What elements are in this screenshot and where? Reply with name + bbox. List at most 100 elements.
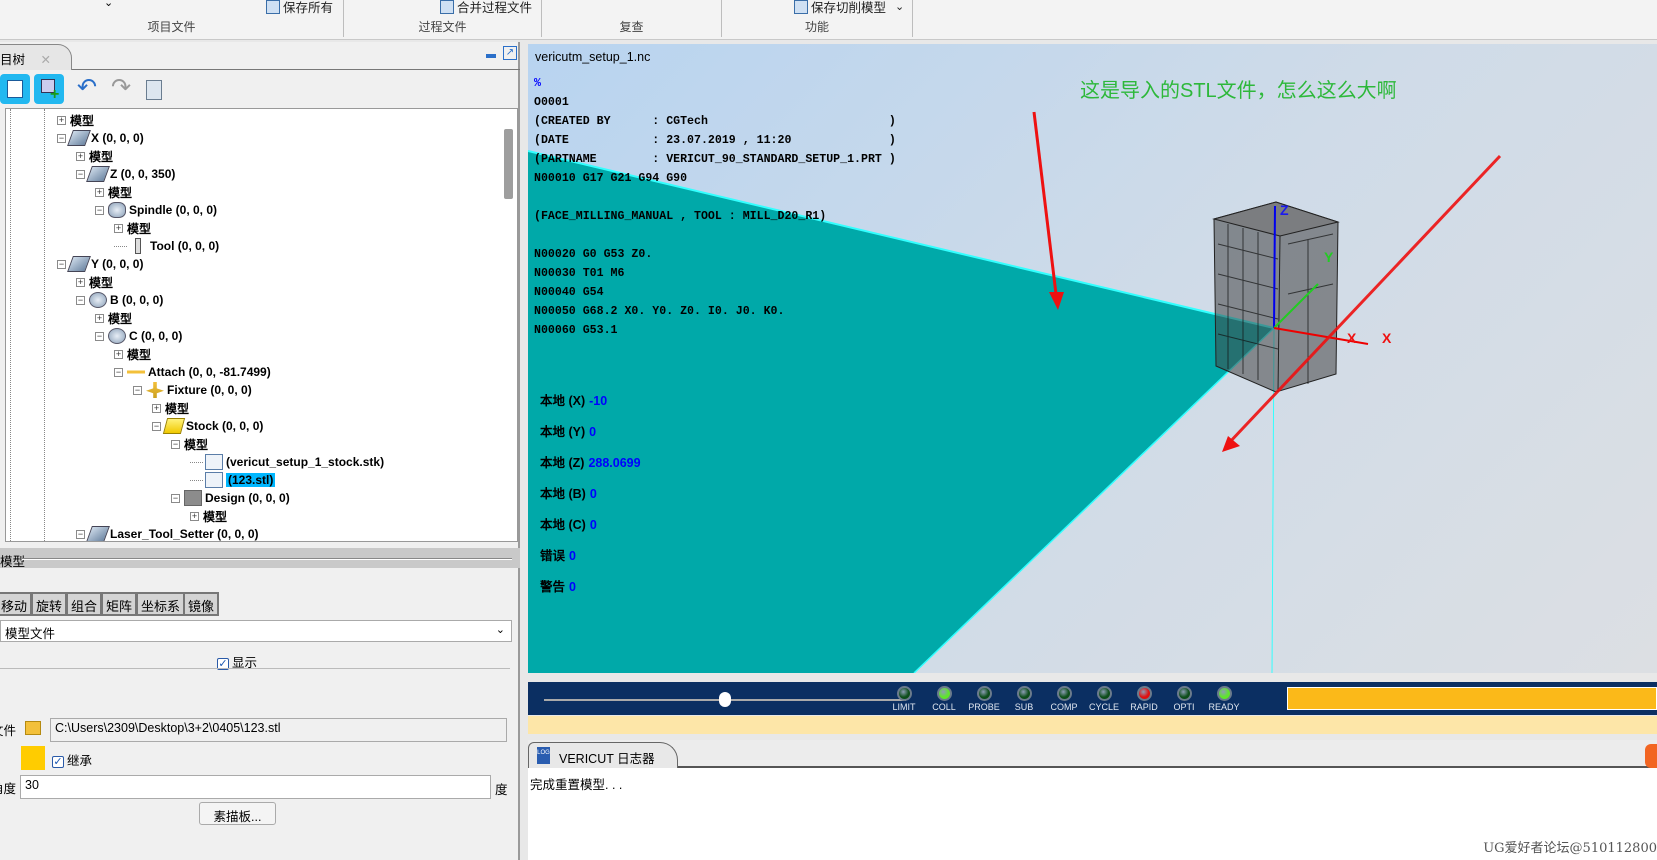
expand-icon[interactable]: +	[190, 511, 199, 521]
collapse-icon[interactable]: −	[95, 331, 104, 341]
tree-node[interactable]: + 模型	[152, 399, 189, 417]
readout-label: 本地 (B)	[540, 487, 586, 501]
model-tab[interactable]: 组合	[66, 592, 103, 616]
tree-node[interactable]: − Z (0, 0, 350)	[76, 165, 175, 183]
attach-icon	[127, 364, 145, 380]
file-path-field[interactable]: C:\Users\2309\Desktop\3+2\0405\123.stl	[50, 718, 507, 742]
float-icon[interactable]: ↗	[503, 46, 517, 60]
ribbon-group-process: 合并过程文件 过程文件	[344, 0, 542, 37]
indicator-lamp-icon	[976, 686, 992, 701]
expand-icon[interactable]: +	[57, 115, 66, 125]
project-tree-panel: 目树 ✕ ↗ + ↶ ↷ + 模型 − X (0, 0, 0) + 模型 − Z (0, 0,…	[0, 42, 520, 860]
add-component-icon[interactable]: +	[34, 74, 64, 104]
file-icon	[205, 454, 223, 470]
position-readout: 本地 (C) 0	[540, 514, 597, 533]
sketch-board-button[interactable]: 素描板...	[199, 802, 276, 825]
angle-input[interactable]: 30	[20, 775, 491, 799]
tree-node[interactable]: + 模型	[95, 183, 132, 201]
tree-toolbar: + ↶ ↷	[0, 72, 520, 106]
tree-node[interactable]: − Y (0, 0, 0)	[57, 255, 143, 273]
tree-node[interactable]: − Fixture (0, 0, 0)	[133, 381, 252, 399]
tree-node[interactable]: − Stock (0, 0, 0)	[152, 417, 263, 435]
tree-scrollbar[interactable]	[504, 129, 513, 199]
tree-node[interactable]: + 模型	[95, 309, 132, 327]
collapse-icon[interactable]: −	[57, 133, 66, 143]
model-type-select[interactable]: 模型文件 ⌄	[0, 620, 512, 642]
indicator-lamp-icon	[1016, 686, 1032, 701]
collapse-icon[interactable]: −	[76, 295, 85, 305]
expand-icon[interactable]: +	[152, 403, 161, 413]
speed-slider-handle[interactable]	[719, 692, 731, 707]
redo-icon[interactable]: ↷	[106, 74, 136, 104]
tree-node[interactable]: − Spindle (0, 0, 0)	[95, 201, 217, 219]
tab-vericut-logger[interactable]: LOG VERICUT 日志器	[528, 742, 678, 768]
log-output: 完成重置模型. . . UG爱好者论坛@510112800	[528, 768, 1657, 860]
project-tree: + 模型 − X (0, 0, 0) + 模型 − Z (0, 0, 350) + 模型 − Spin…	[5, 108, 518, 542]
merge-process-button[interactable]: 合并过程文件	[440, 0, 532, 16]
tree-node[interactable]: + 模型	[190, 507, 227, 525]
panel-tab-header: 目树 ✕ ↗	[0, 44, 520, 70]
linear-axis-icon	[67, 130, 91, 146]
position-readout: 本地 (Y) 0	[540, 421, 596, 440]
collapse-icon[interactable]: −	[76, 169, 85, 179]
tree-node[interactable]: (vericut_setup_1_stock.stk)	[190, 453, 384, 471]
tree-node[interactable]: − 模型	[171, 435, 208, 453]
tree-node[interactable]: − C (0, 0, 0)	[95, 327, 182, 345]
graphics-viewport[interactable]: Z Y X X vericutm_setup_1.nc % O0001 (CREAT…	[528, 44, 1657, 673]
close-icon[interactable]: ✕	[41, 53, 51, 67]
collapse-icon[interactable]: −	[76, 529, 85, 539]
tree-node[interactable]: − Laser_Tool_Setter (0, 0, 0)	[76, 525, 259, 541]
model-tab[interactable]: 镜像	[183, 592, 220, 616]
properties-icon[interactable]	[0, 74, 30, 104]
tree-node[interactable]: − Design (0, 0, 0)	[171, 489, 290, 507]
save-all-button[interactable]: 保存所有	[266, 0, 333, 16]
expand-icon[interactable]: +	[114, 349, 123, 359]
nc-line: N00040 G54	[534, 286, 604, 299]
expand-icon[interactable]: +	[76, 277, 85, 287]
readout-value: 0	[569, 549, 576, 563]
collapse-icon[interactable]: −	[171, 439, 180, 449]
model-color-swatch[interactable]	[21, 746, 45, 770]
tree-node-label: B (0, 0, 0)	[110, 293, 164, 307]
expand-icon[interactable]: +	[76, 151, 85, 161]
collapse-icon[interactable]: −	[133, 385, 142, 395]
open-folder-icon[interactable]	[25, 721, 41, 735]
collapse-icon[interactable]: −	[171, 493, 180, 503]
collapse-icon[interactable]: −	[95, 205, 104, 215]
minimize-icon[interactable]	[486, 54, 496, 58]
ribbon-group-project: ⌄ 保存所有 项目文件	[0, 0, 344, 37]
chevron-down-icon[interactable]: ⌄	[895, 0, 904, 13]
inherit-checkbox[interactable]: ✓ 继承	[52, 750, 92, 769]
expand-icon[interactable]: +	[95, 313, 104, 323]
model-tab[interactable]: 移动	[0, 592, 33, 616]
arrowhead	[1222, 436, 1240, 452]
tree-node[interactable]: + 模型	[76, 273, 113, 291]
readout-label: 警告	[540, 580, 566, 594]
undo-icon[interactable]: ↶	[72, 74, 102, 104]
tree-node[interactable]: + 模型	[114, 219, 151, 237]
tree-node[interactable]: − Attach (0, 0, -81.7499)	[114, 363, 271, 381]
copy-model-icon[interactable]	[140, 74, 170, 104]
model-tab[interactable]: 矩阵	[101, 592, 138, 616]
save-cut-model-button[interactable]: 保存切削模型 ⌄	[794, 0, 904, 16]
model-tab[interactable]: 旋转	[31, 592, 68, 616]
nc-line: N00060 G53.1	[534, 324, 618, 337]
rotary-axis-icon	[89, 292, 107, 308]
tree-node[interactable]: − X (0, 0, 0)	[57, 129, 144, 147]
chevron-down-icon[interactable]: ⌄	[104, 0, 113, 9]
tree-node[interactable]: + 模型	[57, 111, 94, 129]
collapse-icon[interactable]: −	[152, 421, 161, 431]
x-axis-label: X	[1382, 330, 1392, 346]
tree-node[interactable]: Tool (0, 0, 0)	[114, 237, 219, 255]
tree-node[interactable]: − B (0, 0, 0)	[76, 291, 163, 309]
expand-icon[interactable]: +	[114, 223, 123, 233]
collapse-icon[interactable]: −	[57, 259, 66, 269]
tab-project-tree[interactable]: 目树 ✕	[0, 44, 72, 70]
tree-node[interactable]: (123.stl)	[190, 471, 276, 489]
model-tab[interactable]: 坐标系	[136, 592, 186, 616]
tree-node[interactable]: + 模型	[114, 345, 151, 363]
expand-icon[interactable]: +	[95, 187, 104, 197]
watermark: UG爱好者论坛@510112800	[1483, 841, 1657, 856]
collapse-icon[interactable]: −	[114, 367, 123, 377]
tree-node[interactable]: + 模型	[76, 147, 113, 165]
